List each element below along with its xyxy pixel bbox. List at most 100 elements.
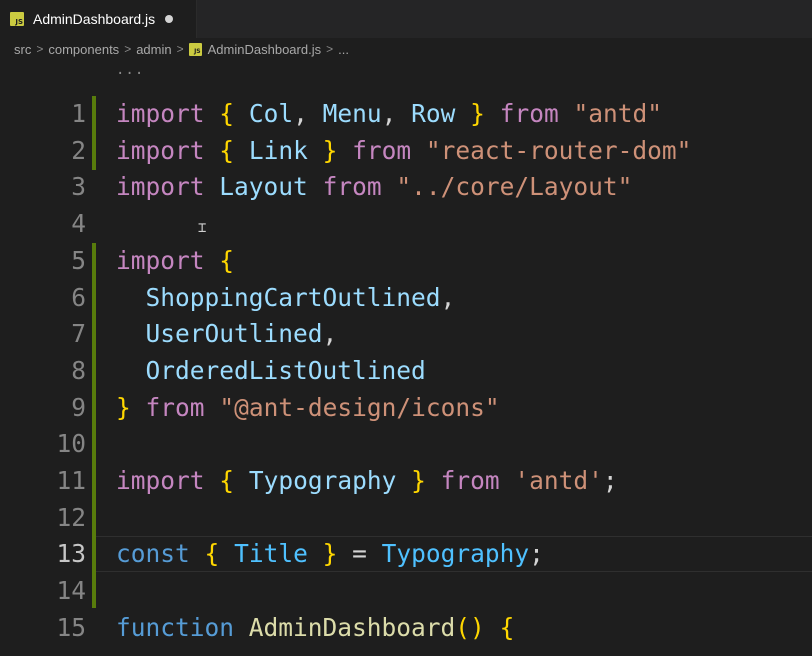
- code-line[interactable]: 9} from "@ant-design/icons": [0, 390, 812, 427]
- code-token: import: [116, 99, 205, 128]
- code-token: 'antd': [514, 466, 603, 495]
- code-token: ;: [602, 466, 618, 495]
- code-token: }: [322, 135, 338, 165]
- code-line[interactable]: 10: [0, 426, 812, 463]
- code-token: Layout: [219, 172, 308, 202]
- code-token: const: [116, 539, 190, 569]
- code-text[interactable]: OrderedListOutlined: [116, 353, 426, 390]
- tab-label: AdminDashboard.js: [33, 11, 156, 27]
- code-token: import: [116, 245, 205, 275]
- code-line[interactable]: 11 import { Typography } from 'antd';: [0, 463, 812, 500]
- editor-tab-bar: JS AdminDashboard.js: [0, 0, 812, 39]
- unsaved-changes-dot-icon[interactable]: [165, 15, 174, 23]
- breadcrumb-item-admin[interactable]: admin: [136, 42, 171, 57]
- code-line[interactable]: 14: [0, 573, 812, 610]
- code-token: Link: [248, 135, 308, 165]
- code-text[interactable]: function AdminDashboard() {: [116, 610, 514, 647]
- code-token: import: [116, 135, 205, 165]
- chevron-right-icon: >: [326, 42, 334, 56]
- code-line[interactable]: 4: [0, 206, 812, 243]
- line-number: 12: [56, 502, 86, 532]
- line-number: 1: [71, 99, 86, 128]
- code-token: Typography: [248, 466, 397, 495]
- code-line[interactable]: 12: [0, 500, 812, 537]
- line-number: 7: [71, 319, 86, 349]
- code-token: {: [204, 539, 220, 569]
- line-number: 13: [56, 539, 86, 569]
- code-token: ,: [381, 99, 412, 128]
- code-token: UserOutlined: [145, 319, 323, 349]
- breadcrumb-item-file[interactable]: AdminDashboard.js: [208, 42, 321, 57]
- line-number: 14: [56, 576, 86, 606]
- breadcrumb-item-symbol[interactable]: ...: [338, 42, 349, 57]
- code-token: {: [219, 135, 235, 165]
- code-line[interactable]: 1 import { Col, Menu, Row } from "antd": [0, 96, 812, 133]
- code-line[interactable]: 6 ShoppingCartOutlined,: [0, 280, 812, 317]
- code-token: import: [116, 172, 205, 202]
- breadcrumb-item-components[interactable]: components: [48, 42, 119, 57]
- code-token: from: [145, 392, 205, 422]
- tab-admin-dashboard[interactable]: JS AdminDashboard.js: [0, 0, 197, 38]
- line-number: 2: [71, 135, 86, 165]
- code-token: ,: [293, 99, 323, 128]
- code-token: {: [499, 612, 515, 642]
- line-number: 8: [71, 355, 86, 385]
- code-text[interactable]: import { Typography } from 'antd';: [116, 463, 618, 500]
- chevron-right-icon: >: [124, 42, 132, 56]
- javascript-file-icon: JS: [188, 42, 202, 56]
- code-token: "react-router-dom": [425, 135, 692, 165]
- code-text[interactable]: import { Col, Menu, Row } from "antd": [116, 96, 662, 133]
- line-number: 15: [56, 612, 86, 642]
- code-line[interactable]: 7 UserOutlined,: [0, 316, 812, 353]
- folded-region-ellipsis[interactable]: ...: [116, 62, 144, 78]
- chevron-right-icon: >: [36, 42, 44, 56]
- breadcrumb-item-src[interactable]: src: [14, 42, 31, 57]
- code-text[interactable]: UserOutlined,: [116, 316, 338, 353]
- code-line[interactable]: 3 import Layout from "../core/Layout": [0, 169, 812, 206]
- code-token: Menu: [322, 99, 382, 128]
- code-token: ;: [529, 539, 544, 569]
- code-token: {: [219, 99, 235, 128]
- code-text[interactable]: import Layout from "../core/Layout": [116, 169, 632, 206]
- code-text[interactable]: ShoppingCartOutlined,: [116, 280, 456, 317]
- code-token: }: [411, 466, 426, 495]
- code-text[interactable]: } from "@ant-design/icons": [116, 390, 500, 427]
- code-token: (): [455, 612, 485, 642]
- code-line[interactable]: 8 OrderedListOutlined: [0, 353, 812, 390]
- code-line[interactable]: 15 function AdminDashboard() {: [0, 610, 812, 647]
- code-token: Typography: [381, 539, 530, 569]
- code-token: ,: [322, 319, 338, 349]
- code-line[interactable]: 13 const { Title } = Typography;: [0, 536, 812, 573]
- code-line[interactable]: 2 import { Link } from "react-router-dom": [0, 133, 812, 170]
- code-token: "../core/Layout": [396, 172, 633, 202]
- code-token: "antd": [573, 99, 662, 128]
- code-text[interactable]: import {: [116, 243, 234, 280]
- code-token: from: [440, 466, 500, 495]
- code-token: }: [116, 392, 131, 422]
- code-text[interactable]: import { Link } from "react-router-dom": [116, 133, 691, 170]
- line-number: 3: [71, 172, 86, 202]
- code-token: }: [470, 99, 485, 128]
- code-token: OrderedListOutlined: [145, 355, 426, 385]
- code-line[interactable]: 5 import {: [0, 243, 812, 280]
- code-token: {: [219, 466, 235, 495]
- code-text[interactable]: const { Title } = Typography;: [116, 536, 544, 573]
